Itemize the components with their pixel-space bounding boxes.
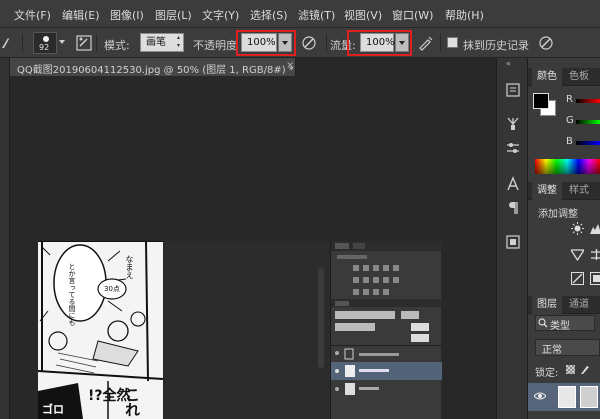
pressure-size-icon[interactable] bbox=[538, 35, 554, 51]
panel-icon-dock: « bbox=[496, 58, 528, 419]
paragraph-panel-icon[interactable] bbox=[505, 200, 521, 216]
mode-select[interactable]: 画笔 bbox=[140, 33, 184, 52]
erase-history-label: 抹到历史记录 bbox=[463, 39, 529, 52]
sfx-text: ゴロ bbox=[42, 403, 64, 416]
tab-color[interactable]: 颜色 bbox=[532, 68, 562, 86]
manga-image: とか言ってる間にも 30点 なまえ !?全然 これ ゴロ bbox=[38, 241, 163, 419]
embedded-scrollbar bbox=[318, 268, 324, 368]
lock-pixels-icon[interactable] bbox=[580, 364, 590, 375]
foreground-color-swatch[interactable] bbox=[533, 93, 549, 109]
layer-row[interactable] bbox=[528, 383, 600, 411]
history-panel-icon[interactable] bbox=[505, 82, 521, 98]
brush-panel-icon[interactable] bbox=[76, 35, 92, 51]
opacity-label: 不透明度 bbox=[193, 39, 237, 52]
blue-channel-label: B bbox=[566, 136, 573, 147]
side-text: なまえ bbox=[125, 255, 134, 279]
menu-file[interactable]: 文件(F) bbox=[14, 7, 51, 23]
layer-thumbnail bbox=[558, 386, 576, 408]
vibrance-icon[interactable] bbox=[571, 248, 584, 261]
search-icon bbox=[538, 318, 548, 328]
menu-layer[interactable]: 图层(L) bbox=[155, 7, 192, 23]
brush-presets-icon[interactable] bbox=[505, 116, 521, 132]
layers-panel-tabs: 图层 通道 bbox=[528, 296, 600, 314]
character-panel-icon[interactable] bbox=[505, 176, 521, 192]
gradient-map-icon[interactable] bbox=[590, 272, 600, 285]
pressure-opacity-icon[interactable] bbox=[301, 35, 317, 51]
embedded-dark-area bbox=[165, 241, 335, 419]
menu-image[interactable]: 图像(I) bbox=[110, 7, 144, 23]
menu-view[interactable]: 视图(V) bbox=[344, 7, 382, 23]
green-slider[interactable] bbox=[576, 120, 600, 124]
levels-icon[interactable] bbox=[590, 222, 600, 235]
small-bubble-text: 30点 bbox=[104, 285, 120, 293]
tab-adjustments[interactable]: 调整 bbox=[532, 182, 562, 200]
options-bar: 92 模式: 画笔 不透明度 100% 流量: 100% 抹到历史记录 bbox=[0, 28, 600, 58]
menu-select[interactable]: 选择(S) bbox=[250, 7, 288, 23]
menu-help[interactable]: 帮助(H) bbox=[445, 7, 484, 23]
embedded-panel-screenshot bbox=[330, 241, 442, 419]
brush-size-value: 92 bbox=[39, 43, 50, 52]
menu-edit[interactable]: 编辑(E) bbox=[62, 7, 100, 23]
layer-filter-select[interactable]: 类型 bbox=[535, 315, 595, 332]
red-slider[interactable] bbox=[576, 99, 600, 103]
blue-slider[interactable] bbox=[576, 141, 600, 145]
green-channel-label: G bbox=[566, 115, 574, 126]
collapse-arrows-icon[interactable]: « bbox=[506, 59, 511, 68]
chevron-down-icon[interactable] bbox=[59, 40, 65, 44]
layer-kind-label: 类型 bbox=[550, 321, 570, 332]
tab-swatches[interactable]: 色板 bbox=[564, 68, 594, 86]
airbrush-icon[interactable] bbox=[418, 35, 434, 51]
brightness-contrast-icon[interactable] bbox=[571, 222, 584, 235]
flow-highlight-box bbox=[347, 30, 412, 56]
lock-transparency-icon[interactable] bbox=[566, 365, 575, 374]
close-icon[interactable]: × bbox=[286, 60, 294, 71]
properties-panel-icon[interactable] bbox=[505, 234, 521, 250]
color-spectrum-ramp[interactable] bbox=[535, 159, 600, 174]
menu-filter[interactable]: 滤镜(T) bbox=[298, 7, 335, 23]
blend-mode-select[interactable]: 正常 bbox=[535, 339, 600, 356]
menu-type[interactable]: 文字(Y) bbox=[202, 7, 239, 23]
menu-window[interactable]: 窗口(W) bbox=[392, 7, 433, 23]
red-channel-label: R bbox=[566, 94, 573, 105]
shout-text-2: これ bbox=[123, 387, 141, 417]
blend-mode-value: 正常 bbox=[542, 345, 562, 356]
adjustments-title: 添加调整 bbox=[538, 209, 578, 220]
photo-filter-icon[interactable] bbox=[571, 272, 584, 285]
color-panel-tabs: 颜色 色板 bbox=[528, 68, 600, 86]
speech-bubble-text: とか言ってる間にも bbox=[68, 263, 76, 326]
brush-tool-icon[interactable] bbox=[0, 36, 10, 50]
tab-layers[interactable]: 图层 bbox=[532, 296, 562, 314]
document-tab-title: QQ截图20190604112530.jpg @ 50% (图层 1, RGB/… bbox=[17, 65, 294, 76]
tools-panel-edge[interactable] bbox=[0, 58, 10, 419]
opacity-highlight-box bbox=[236, 30, 296, 56]
brush-preset-picker[interactable]: 92 bbox=[33, 32, 57, 54]
eye-icon[interactable] bbox=[534, 391, 546, 401]
mode-label: 模式: bbox=[104, 39, 130, 52]
menu-bar: 文件(F) 编辑(E) 图像(I) 图层(L) 文字(Y) 选择(S) 滤镜(T… bbox=[0, 0, 600, 28]
tab-styles[interactable]: 样式 bbox=[564, 182, 594, 200]
document-tab[interactable]: QQ截图20190604112530.jpg @ 50% (图层 1, RGB/… bbox=[10, 58, 296, 76]
lock-label: 锁定: bbox=[535, 368, 559, 379]
brush-settings-icon[interactable] bbox=[505, 140, 521, 156]
adjust-panel-tabs: 调整 样式 bbox=[528, 182, 600, 200]
layer-mask-thumbnail bbox=[580, 386, 598, 408]
erase-history-checkbox[interactable] bbox=[447, 37, 458, 48]
tab-channels[interactable]: 通道 bbox=[564, 296, 594, 314]
color-balance-icon[interactable] bbox=[590, 248, 600, 261]
